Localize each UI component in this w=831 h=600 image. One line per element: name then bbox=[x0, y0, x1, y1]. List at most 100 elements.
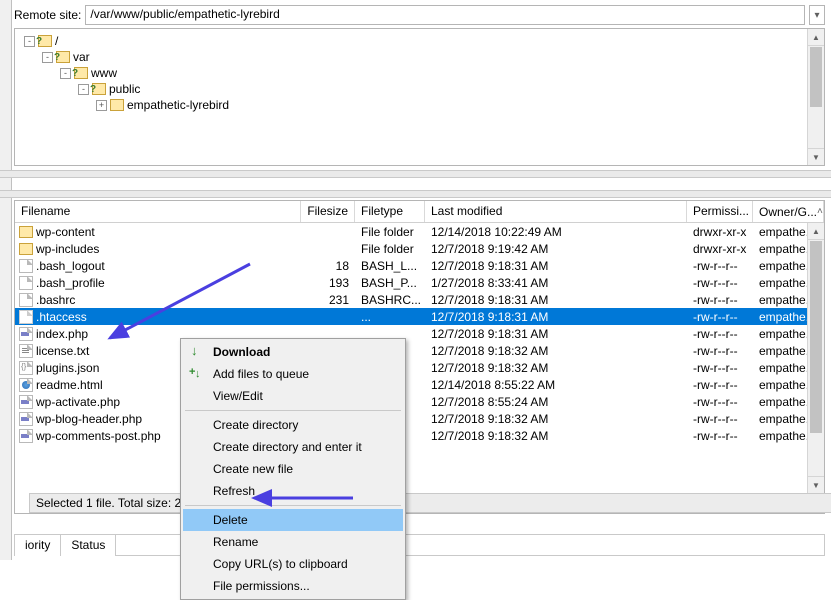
splitter-mid[interactable] bbox=[0, 190, 831, 198]
remote-path-input[interactable]: /var/www/public/empathetic-lyrebird bbox=[85, 5, 805, 25]
tree-node[interactable]: + empathetic-lyrebird bbox=[21, 97, 818, 113]
col-modified[interactable]: Last modified bbox=[425, 201, 687, 222]
file-icon bbox=[19, 327, 33, 341]
file-modified: 12/7/2018 9:18:31 AM bbox=[425, 310, 687, 324]
col-filesize[interactable]: Filesize bbox=[301, 201, 355, 222]
file-modified: 1/27/2018 8:33:41 AM bbox=[425, 276, 687, 290]
file-row[interactable]: plugins.json12/7/2018 9:18:32 AM-rw-r--r… bbox=[15, 359, 824, 376]
file-permissions: -rw-r--r-- bbox=[687, 344, 753, 358]
col-permissions[interactable]: Permissi... bbox=[687, 201, 753, 222]
scroll-thumb[interactable] bbox=[810, 47, 822, 107]
file-row[interactable]: .htaccess...12/7/2018 9:18:31 AM-rw-r--r… bbox=[15, 308, 824, 325]
menu-create-directory-enter[interactable]: Create directory and enter it bbox=[183, 436, 403, 458]
menu-separator bbox=[185, 410, 401, 411]
col-owner[interactable]: Owner/G...˄ bbox=[753, 201, 824, 222]
tree-expander[interactable]: - bbox=[24, 36, 35, 47]
file-row[interactable]: wp-activate.php12/7/2018 8:55:24 AM-rw-r… bbox=[15, 393, 824, 410]
file-permissions: drwxr-xr-x bbox=[687, 225, 753, 239]
tree-expander[interactable]: - bbox=[42, 52, 53, 63]
scroll-down-icon[interactable]: ▼ bbox=[808, 148, 824, 165]
scroll-up-icon[interactable]: ▲ bbox=[808, 29, 824, 46]
file-modified: 12/7/2018 8:55:24 AM bbox=[425, 395, 687, 409]
menu-add-to-queue[interactable]: Add files to queue bbox=[183, 363, 403, 385]
context-menu: Download Add files to queue View/Edit Cr… bbox=[180, 338, 406, 600]
file-permissions: -rw-r--r-- bbox=[687, 259, 753, 273]
menu-delete[interactable]: Delete bbox=[183, 509, 403, 531]
tree-node[interactable]: - www bbox=[21, 65, 818, 81]
tab-status[interactable]: Status bbox=[60, 534, 116, 556]
tree-node[interactable]: -var bbox=[21, 49, 818, 65]
tree-node[interactable]: -/ bbox=[21, 33, 818, 49]
tree-node[interactable]: -public bbox=[21, 81, 818, 97]
file-row[interactable]: wp-includesFile folder12/7/2018 9:19:42 … bbox=[15, 240, 824, 257]
file-row[interactable]: index.php12/7/2018 9:18:31 AM-rw-r--r--e… bbox=[15, 325, 824, 342]
file-name: .htaccess bbox=[36, 310, 87, 324]
file-name: readme.html bbox=[36, 378, 103, 392]
file-name: index.php bbox=[36, 327, 88, 341]
file-size: 193 bbox=[301, 276, 355, 290]
question-folder-icon bbox=[92, 83, 106, 95]
file-row[interactable]: wp-content File folder12/14/2018 10:22:49… bbox=[15, 223, 824, 240]
file-type: File folder bbox=[355, 242, 425, 256]
file-list-pane: Filename Filesize Filetype Last modified… bbox=[14, 200, 825, 514]
tree-expander[interactable]: - bbox=[78, 84, 89, 95]
path-dropdown-button[interactable]: ▾ bbox=[809, 5, 825, 25]
column-headers: Filename Filesize Filetype Last modified… bbox=[15, 201, 824, 223]
scroll-down-icon[interactable]: ▼ bbox=[808, 476, 824, 493]
file-modified: 12/14/2018 10:22:49 AM bbox=[425, 225, 687, 239]
menu-create-directory[interactable]: Create directory bbox=[183, 414, 403, 436]
tree-expander[interactable]: - bbox=[60, 68, 71, 79]
file-row[interactable]: .bash_logout18BASH_L...12/7/2018 9:18:31… bbox=[15, 257, 824, 274]
splitter-top[interactable] bbox=[0, 170, 831, 178]
file-name: wp-blog-header.php bbox=[36, 412, 142, 426]
scroll-thumb[interactable] bbox=[810, 241, 822, 433]
file-icon bbox=[19, 429, 33, 443]
file-row[interactable]: wp-comments-post.php12/7/2018 9:18:32 AM… bbox=[15, 427, 824, 444]
scroll-up-icon[interactable]: ▲ bbox=[808, 223, 824, 240]
file-permissions: -rw-r--r-- bbox=[687, 395, 753, 409]
menu-create-file[interactable]: Create new file bbox=[183, 458, 403, 480]
menu-refresh[interactable]: Refresh bbox=[183, 480, 403, 502]
tree-expander[interactable]: + bbox=[96, 100, 107, 111]
tree-label: www bbox=[91, 65, 117, 81]
question-folder-icon bbox=[38, 35, 52, 47]
folder-icon bbox=[19, 226, 33, 238]
remote-site-label: Remote site: bbox=[14, 8, 81, 22]
file-type: File folder bbox=[355, 225, 425, 239]
file-modified: 12/7/2018 9:19:42 AM bbox=[425, 242, 687, 256]
col-filetype[interactable]: Filetype bbox=[355, 201, 425, 222]
tree-label: empathetic-lyrebird bbox=[127, 97, 229, 113]
file-name: wp-content bbox=[36, 225, 95, 239]
file-name: plugins.json bbox=[36, 361, 99, 375]
file-row[interactable]: readme.html12/14/2018 8:55:22 AM-rw-r--r… bbox=[15, 376, 824, 393]
file-type: BASHRC... bbox=[355, 293, 425, 307]
tree-scrollbar[interactable]: ▲ ▼ bbox=[807, 29, 824, 165]
tab-priority[interactable]: iority bbox=[14, 534, 60, 556]
left-rail bbox=[0, 0, 12, 560]
file-icon bbox=[19, 310, 33, 324]
file-modified: 12/7/2018 9:18:31 AM bbox=[425, 259, 687, 273]
col-filename[interactable]: Filename bbox=[15, 201, 301, 222]
file-permissions: -rw-r--r-- bbox=[687, 310, 753, 324]
file-modified: 12/14/2018 8:55:22 AM bbox=[425, 378, 687, 392]
bottom-tabs: iority Status bbox=[14, 534, 825, 556]
menu-file-permissions[interactable]: File permissions... bbox=[183, 575, 403, 597]
menu-download[interactable]: Download bbox=[183, 341, 403, 363]
status-text: Selected 1 file. Total size: 235 bbox=[36, 496, 195, 510]
file-name: license.txt bbox=[36, 344, 89, 358]
file-row[interactable]: license.txt12/7/2018 9:18:32 AM-rw-r--r-… bbox=[15, 342, 824, 359]
add-queue-icon bbox=[189, 366, 205, 382]
file-row[interactable]: wp-blog-header.php12/7/2018 9:18:32 AM-r… bbox=[15, 410, 824, 427]
menu-rename[interactable]: Rename bbox=[183, 531, 403, 553]
list-scrollbar[interactable]: ▲ ▼ bbox=[807, 223, 824, 493]
file-permissions: drwxr-xr-x bbox=[687, 242, 753, 256]
menu-copy-url[interactable]: Copy URL(s) to clipboard bbox=[183, 553, 403, 575]
file-row[interactable]: .bashrc231BASHRC...12/7/2018 9:18:31 AM-… bbox=[15, 291, 824, 308]
file-row[interactable]: .bash_profile193BASH_P...1/27/2018 8:33:… bbox=[15, 274, 824, 291]
file-modified: 12/7/2018 9:18:31 AM bbox=[425, 293, 687, 307]
file-permissions: -rw-r--r-- bbox=[687, 293, 753, 307]
directory-tree-pane: -/-var-www-public+empathetic-lyrebird ▲ … bbox=[14, 28, 825, 166]
menu-view-edit[interactable]: View/Edit bbox=[183, 385, 403, 407]
folder-icon bbox=[19, 243, 33, 255]
file-modified: 12/7/2018 9:18:32 AM bbox=[425, 412, 687, 426]
